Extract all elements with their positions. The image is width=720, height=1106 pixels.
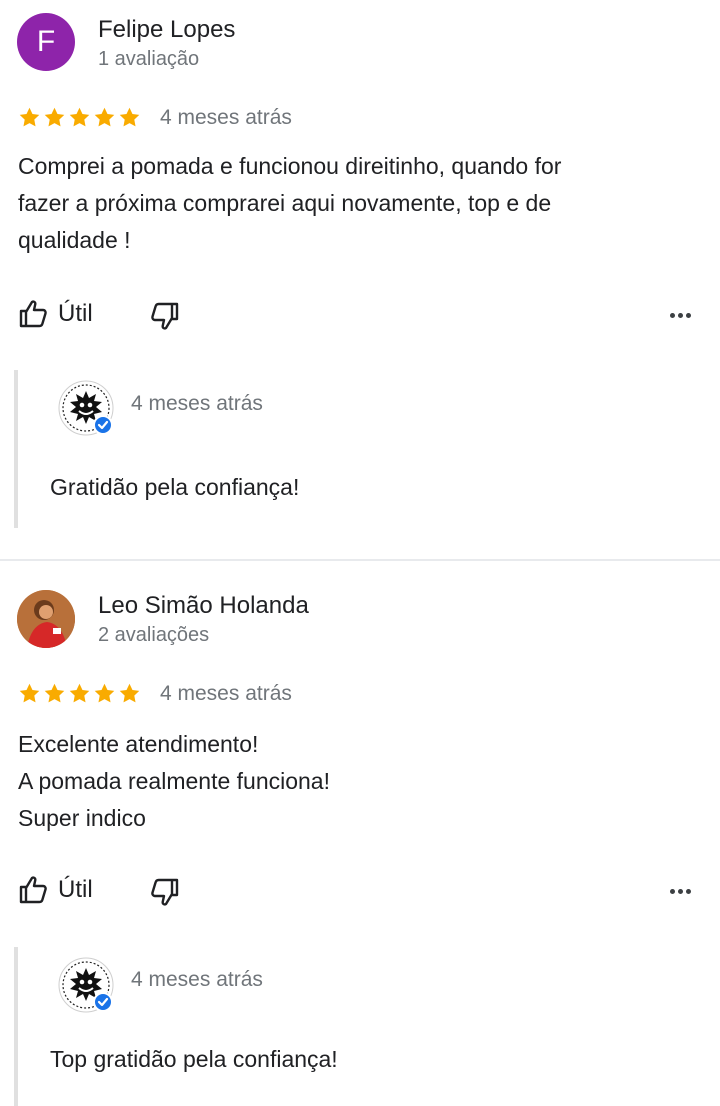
thumb-up-icon (18, 298, 50, 330)
useful-button[interactable]: Útil (18, 874, 93, 906)
star-icon (93, 682, 116, 705)
review-time: 4 meses atrás (160, 682, 292, 705)
star-icon (118, 682, 141, 705)
star-icon (43, 106, 66, 129)
not-useful-button[interactable] (148, 300, 180, 332)
review-count: 1 avaliação (98, 48, 200, 70)
avatar[interactable] (17, 590, 75, 648)
reply-time: 4 meses atrás (131, 968, 263, 991)
useful-label: Útil (58, 876, 93, 903)
business-logo-icon[interactable] (50, 949, 132, 1031)
reply-time: 4 meses atrás (131, 392, 263, 415)
owner-reply: 4 meses atrás Gratidão pela confiança! (14, 370, 714, 528)
review-text: Comprei a pomada e funcionou direitinho,… (18, 153, 562, 253)
star-icon (118, 106, 141, 129)
star-icon (68, 682, 91, 705)
reply-text: Top gratidão pela confiança! (50, 1046, 338, 1072)
thumb-down-icon (148, 300, 180, 332)
star-icon (18, 682, 41, 705)
reply-divider (14, 947, 18, 1106)
business-logo-icon[interactable] (50, 372, 132, 454)
star-icon (68, 106, 91, 129)
reply-divider (14, 370, 18, 528)
review-time: 4 meses atrás (160, 106, 292, 129)
star-icon (18, 106, 41, 129)
star-rating (18, 682, 141, 705)
avatar-photo-icon (17, 590, 75, 648)
not-useful-button[interactable] (148, 876, 180, 908)
star-rating (18, 106, 141, 129)
review-count: 2 avaliações (98, 624, 210, 646)
more-options-icon[interactable] (666, 301, 694, 329)
thumb-up-icon (18, 874, 50, 906)
reviewer-name[interactable]: Felipe Lopes (98, 16, 235, 44)
more-options-icon[interactable] (666, 877, 694, 905)
review-card: Leo Simão Holanda 2 avaliações 4 meses a… (0, 561, 720, 1106)
useful-button[interactable]: Útil (18, 298, 93, 330)
thumb-down-icon (148, 876, 180, 908)
owner-reply: 4 meses atrás Top gratidão pela confianç… (14, 947, 714, 1106)
reviewer-name[interactable]: Leo Simão Holanda (98, 592, 309, 620)
review-text: Excelente atendimento! A pomada realment… (18, 731, 330, 831)
useful-label: Útil (58, 300, 93, 327)
star-icon (43, 682, 66, 705)
reply-text: Gratidão pela confiança! (50, 474, 300, 500)
avatar-initial: F (36, 25, 56, 58)
star-icon (93, 106, 116, 129)
review-card: F Felipe Lopes 1 avaliação 4 meses atrás… (0, 0, 720, 560)
avatar[interactable]: F (17, 13, 75, 71)
